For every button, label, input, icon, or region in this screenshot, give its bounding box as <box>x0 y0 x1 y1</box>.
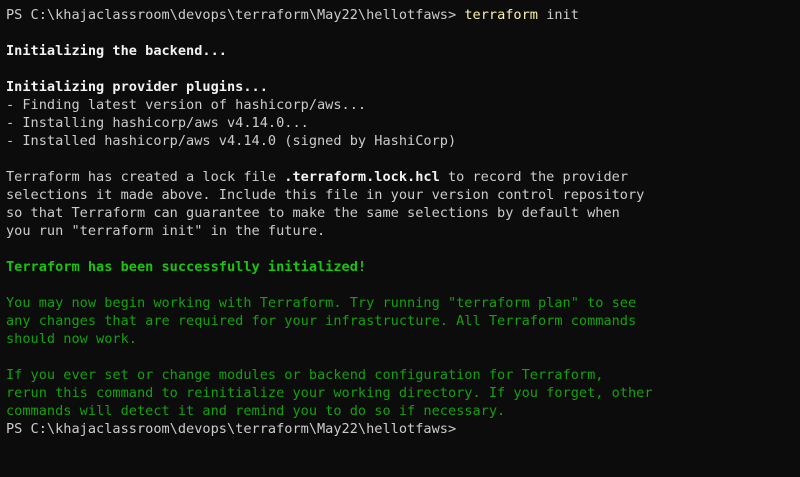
begin-line-1: You may now begin working with Terraform… <box>6 295 637 311</box>
lock-line-1: Terraform has created a lock file .terra… <box>6 168 800 186</box>
shell-prompt: PS C:\khajaclassroom\devops\terraform\Ma… <box>6 7 457 23</box>
terminal-window[interactable]: PS C:\khajaclassroom\devops\terraform\Ma… <box>0 0 800 477</box>
command-line: PS C:\khajaclassroom\devops\terraform\Ma… <box>6 6 800 24</box>
rerun-line-3: commands will detect it and remind you t… <box>6 403 506 419</box>
backend-heading: Initializing the backend... <box>6 43 227 59</box>
command-args: init <box>546 7 579 23</box>
lock-line-2: selections it made above. Include this f… <box>6 187 645 203</box>
provider-heading: Initializing provider plugins... <box>6 79 268 95</box>
lock-line-3: so that Terraform can guarantee to make … <box>6 205 620 221</box>
rerun-line-1: If you ever set or change modules or bac… <box>6 367 604 383</box>
lock-line-4: you run "terraform init" in the future. <box>6 223 326 239</box>
shell-prompt-current[interactable]: PS C:\khajaclassroom\devops\terraform\Ma… <box>6 420 800 438</box>
lock-text-pre: Terraform has created a lock file <box>6 169 285 185</box>
finding-line: - Finding latest version of hashicorp/aw… <box>6 97 367 113</box>
begin-line-2: any changes that are required for your i… <box>6 313 637 329</box>
rerun-line-2: rerun this command to reinitialize your … <box>6 385 653 401</box>
begin-line-3: should now work. <box>6 331 137 347</box>
installing-line: - Installing hashicorp/aws v4.14.0... <box>6 115 309 131</box>
command-name: terraform <box>464 7 538 23</box>
installed-line: - Installed hashicorp/aws v4.14.0 (signe… <box>6 133 457 149</box>
lock-file-name: .terraform.lock.hcl <box>284 169 440 185</box>
success-message: Terraform has been successfully initiali… <box>6 259 367 275</box>
lock-text-post: to record the provider <box>439 169 629 185</box>
